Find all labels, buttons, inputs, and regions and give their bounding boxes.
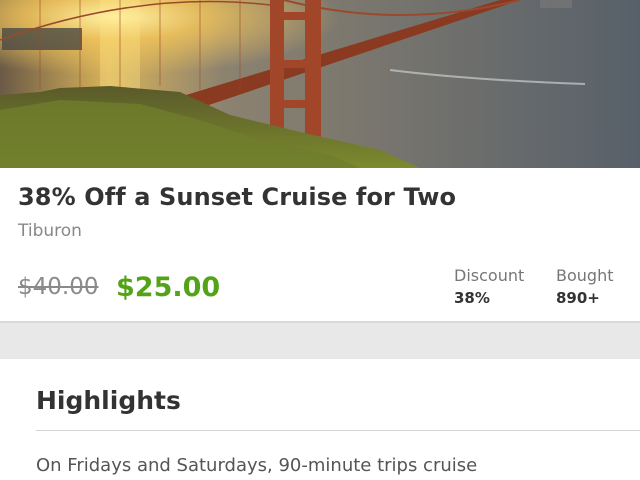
highlights-divider — [36, 430, 640, 431]
deal-location: Tiburon — [18, 221, 82, 241]
deal-title: 38% Off a Sunset Cruise for Two — [18, 183, 457, 211]
deal-hero-image — [0, 0, 640, 168]
highlights-title: Highlights — [36, 386, 181, 415]
discount-label: Discount — [454, 266, 525, 285]
section-divider — [0, 325, 640, 359]
bought-value: 890+ — [556, 289, 600, 307]
bought-stat: Bought 890+ — [556, 266, 613, 307]
bought-label: Bought — [556, 266, 614, 285]
discount-stat: Discount 38% — [454, 266, 524, 307]
deal-summary-card: 38% Off a Sunset Cruise for Two Tiburon … — [0, 168, 640, 323]
sale-price: $25.00 — [116, 272, 221, 303]
original-price: $40.00 — [18, 274, 99, 300]
highlights-section: Highlights On Fridays and Saturdays, 90-… — [0, 359, 640, 480]
highlights-text: On Fridays and Saturdays, 90-minute trip… — [36, 455, 478, 476]
discount-value: 38% — [454, 289, 490, 307]
